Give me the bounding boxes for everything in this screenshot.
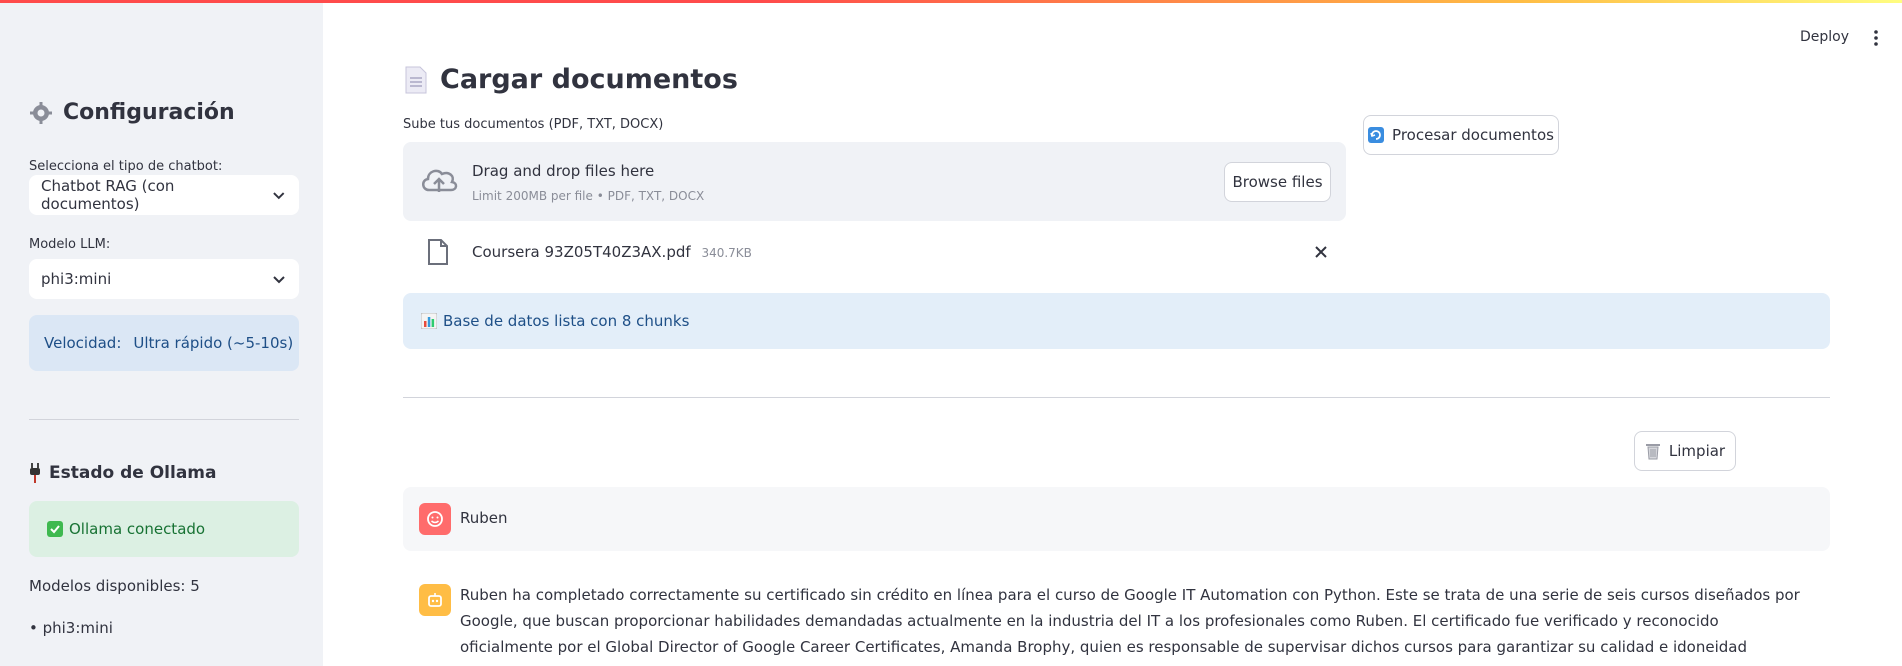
- speed-prefix: Velocidad:: [44, 334, 122, 352]
- clear-button[interactable]: Limpiar: [1634, 431, 1736, 471]
- uploaded-file-size: 340.7KB: [701, 246, 752, 260]
- ollama-status-text: Ollama conectado: [69, 520, 206, 538]
- close-icon[interactable]: [1313, 244, 1329, 260]
- gear-icon: [29, 101, 53, 125]
- ollama-success-box: Ollama conectado: [29, 501, 299, 557]
- file-icon: [428, 239, 448, 265]
- user-message-text: Ruben: [460, 509, 508, 527]
- upload-label: Sube tus documentos (PDF, TXT, DOCX): [403, 117, 664, 132]
- model-value: phi3:mini: [41, 270, 112, 288]
- check-box-icon: [47, 521, 63, 537]
- sidebar-title: Configuración: [29, 100, 235, 125]
- process-documents-label: Procesar documentos: [1392, 126, 1554, 144]
- plug-icon: [30, 463, 40, 483]
- chevron-down-icon: [273, 192, 285, 200]
- page-title-text: Cargar documentos: [440, 64, 738, 95]
- speed-info-box: Velocidad: Ultra rápido (~5-10s): [29, 315, 299, 371]
- database-status-text: Base de datos lista con 8 chunks: [443, 312, 690, 330]
- trash-icon: [1645, 444, 1660, 460]
- sidebar: Configuración Selecciona el tipo de chat…: [0, 0, 323, 666]
- smile-face-icon: [427, 511, 443, 527]
- uploaded-file-name: Coursera 93Z05T40Z3AX.pdf: [472, 243, 691, 261]
- file-dropzone[interactable]: Drag and drop files here Limit 200MB per…: [403, 142, 1346, 221]
- assistant-avatar: [419, 584, 451, 616]
- chatbot-type-select[interactable]: Chatbot RAG (con documentos): [29, 175, 299, 215]
- model-select[interactable]: phi3:mini: [29, 259, 299, 299]
- clear-label: Limpiar: [1668, 442, 1726, 460]
- bar-chart-icon: [421, 313, 437, 329]
- main-divider: [403, 397, 1830, 398]
- deploy-button[interactable]: Deploy: [1800, 29, 1849, 45]
- process-documents-button[interactable]: Procesar documentos: [1363, 115, 1559, 155]
- speed-value: Ultra rápido (~5-10s): [133, 334, 294, 352]
- robot-icon: [428, 593, 442, 607]
- sidebar-title-text: Configuración: [63, 100, 235, 125]
- ollama-status-title: Estado de Ollama: [29, 463, 216, 483]
- database-status-box: Base de datos lista con 8 chunks: [403, 293, 1830, 349]
- browse-files-button[interactable]: Browse files: [1224, 162, 1331, 202]
- sidebar-divider: [29, 419, 299, 420]
- document-icon: [405, 66, 427, 93]
- refresh-icon: [1368, 127, 1385, 143]
- model-label: Modelo LLM:: [29, 237, 111, 252]
- assistant-message-text: Ruben ha completado correctamente su cer…: [460, 586, 1800, 666]
- chevron-down-icon: [273, 276, 285, 284]
- uploaded-file-row: Coursera 93Z05T40Z3AX.pdf 340.7KB: [403, 232, 1346, 272]
- top-decoration-bar: [0, 0, 1902, 3]
- model-list-item: • phi3:mini: [29, 619, 113, 637]
- page-title: Cargar documentos: [404, 64, 738, 95]
- ollama-status-title-text: Estado de Ollama: [49, 463, 217, 483]
- more-vertical-icon[interactable]: [1870, 29, 1882, 47]
- user-avatar: [419, 503, 451, 535]
- chat-message-assistant: Ruben ha completado correctamente su cer…: [403, 570, 1830, 666]
- chat-message-user: Ruben: [403, 487, 1830, 551]
- dropzone-instruction: Drag and drop files here: [472, 162, 655, 180]
- cloud-upload-icon: [422, 169, 458, 192]
- chatbot-type-value: Chatbot RAG (con documentos): [41, 177, 175, 213]
- models-available-count: Modelos disponibles: 5: [29, 577, 200, 595]
- dropzone-limit: Limit 200MB per file • PDF, TXT, DOCX: [472, 189, 705, 203]
- chatbot-type-label: Selecciona el tipo de chatbot:: [29, 159, 223, 174]
